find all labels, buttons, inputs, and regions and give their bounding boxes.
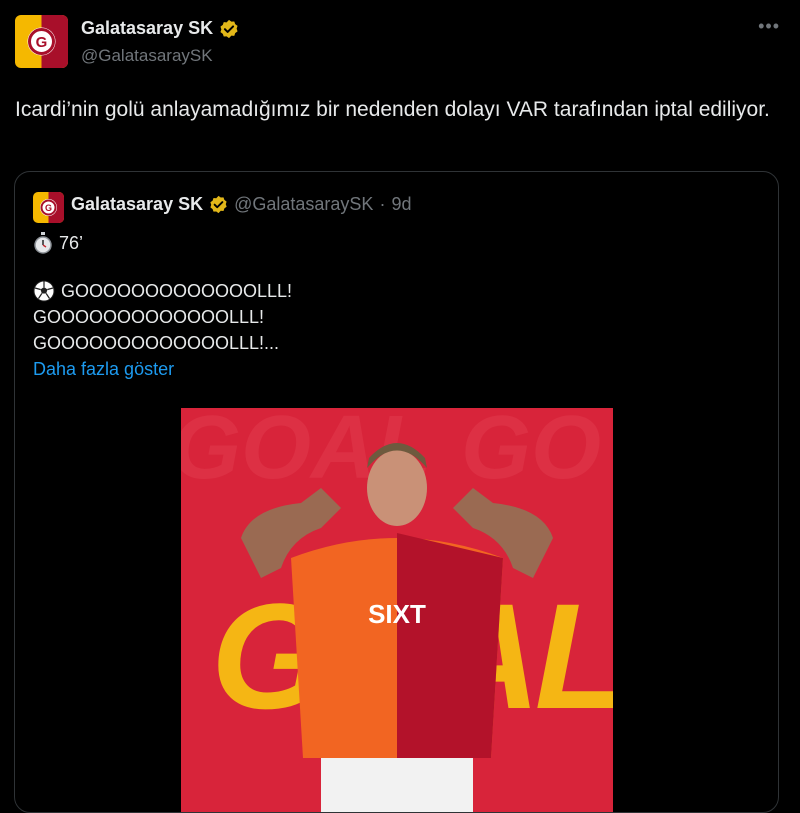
- separator-dot: ·: [379, 194, 386, 214]
- verified-badge-icon: [220, 19, 238, 38]
- stopwatch-icon: [34, 232, 52, 254]
- show-more-link[interactable]: Daha fazla göster: [33, 356, 292, 382]
- more-options-icon[interactable]: •••: [758, 16, 780, 37]
- quoted-tweet[interactable]: G Galatasaray SK @GalatasaraySK · 9d 76’: [14, 171, 779, 813]
- tweet-text: Icardi’nin golü anlayamadığımız bir nede…: [15, 98, 770, 121]
- sponsor-text: SIXT: [368, 599, 426, 629]
- quoted-author-name[interactable]: Galatasaray SK: [71, 194, 203, 215]
- verified-badge-icon: [210, 195, 227, 214]
- author-handle[interactable]: @GalatasaraySK: [81, 46, 213, 66]
- author-avatar[interactable]: G: [15, 15, 68, 68]
- svg-text:G: G: [45, 203, 52, 213]
- goal-celebration-image[interactable]: GOAL GO GOAL SIXT: [181, 408, 613, 812]
- match-minute: 76’: [59, 233, 84, 253]
- goal-line-3: GOOOOOOOOOOOOOLLL!...: [33, 333, 280, 353]
- tweet-age[interactable]: 9d: [391, 194, 411, 215]
- quoted-author-avatar[interactable]: G: [33, 192, 64, 223]
- svg-text:GO: GO: [461, 408, 601, 498]
- svg-text:G: G: [36, 34, 48, 51]
- quoted-author-handle[interactable]: @GalatasaraySK: [234, 194, 373, 215]
- goal-line-1: GOOOOOOOOOOOOOLLL!: [61, 281, 293, 301]
- goal-line-2: GOOOOOOOOOOOOOLLL!: [33, 307, 265, 327]
- soccer-ball-icon: [33, 280, 55, 302]
- author-name[interactable]: Galatasaray SK: [81, 18, 213, 39]
